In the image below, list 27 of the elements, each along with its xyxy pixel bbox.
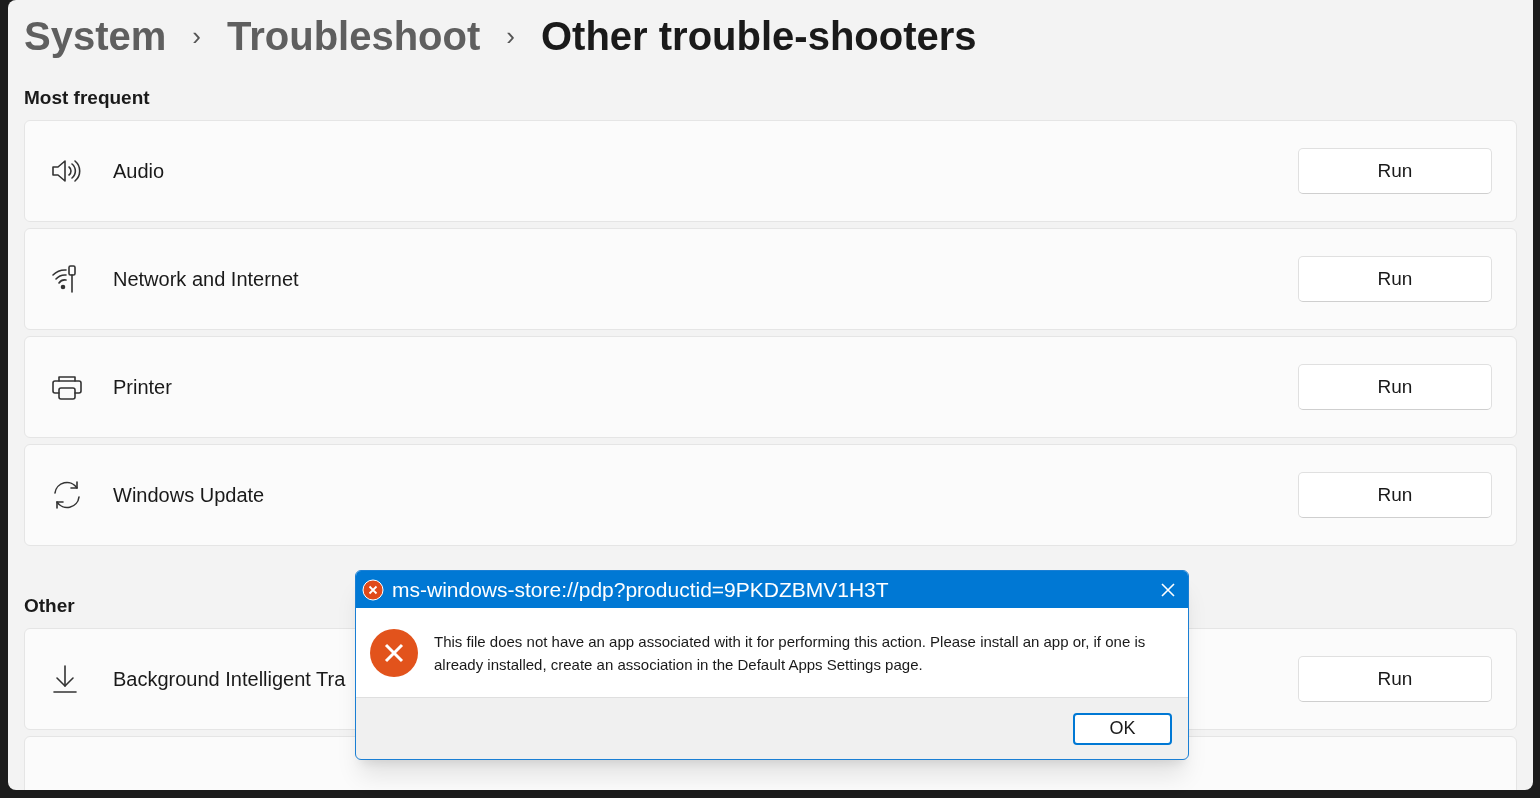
breadcrumb-link[interactable]: Troubleshoot [227,6,481,66]
run-button[interactable]: Run [1298,472,1492,518]
run-button[interactable]: Run [1298,364,1492,410]
error-message: This file does not have an app associated with it for performing this action. Please install an app or, if one is already installed, create an association in the Default Apps Settings page. [434,631,1147,675]
troubleshooter-label: Windows Update [113,483,265,508]
dialog-title: ms-windows-store://pdp?productid=9PKDZBMV1H3T [392,576,890,603]
troubleshooter-label: Printer [113,375,172,400]
breadcrumb-separator: › [506,19,515,53]
close-icon[interactable] [1160,581,1176,598]
troubleshooter-label: Background Intelligent Tra [113,667,346,692]
run-button[interactable]: Run [1298,148,1492,194]
download-icon [51,664,79,694]
printer-icon [51,373,83,401]
breadcrumb-separator: › [192,19,201,53]
troubleshooter-label: Network and Internet [113,267,299,292]
section-heading: Other [24,594,76,618]
page-title: Other trouble-shooters [541,13,977,60]
run-button[interactable]: Run [1298,256,1492,302]
ok-button[interactable]: OK [1073,712,1172,745]
troubleshooter-label: Audio [113,159,165,184]
section-heading: Most frequent [24,86,151,110]
error-icon [370,628,418,677]
breadcrumb-link[interactable]: System [24,6,167,66]
speaker-icon [51,158,83,184]
run-button[interactable]: Run [1298,656,1492,702]
error-icon [362,578,384,601]
sync-icon [51,479,83,511]
